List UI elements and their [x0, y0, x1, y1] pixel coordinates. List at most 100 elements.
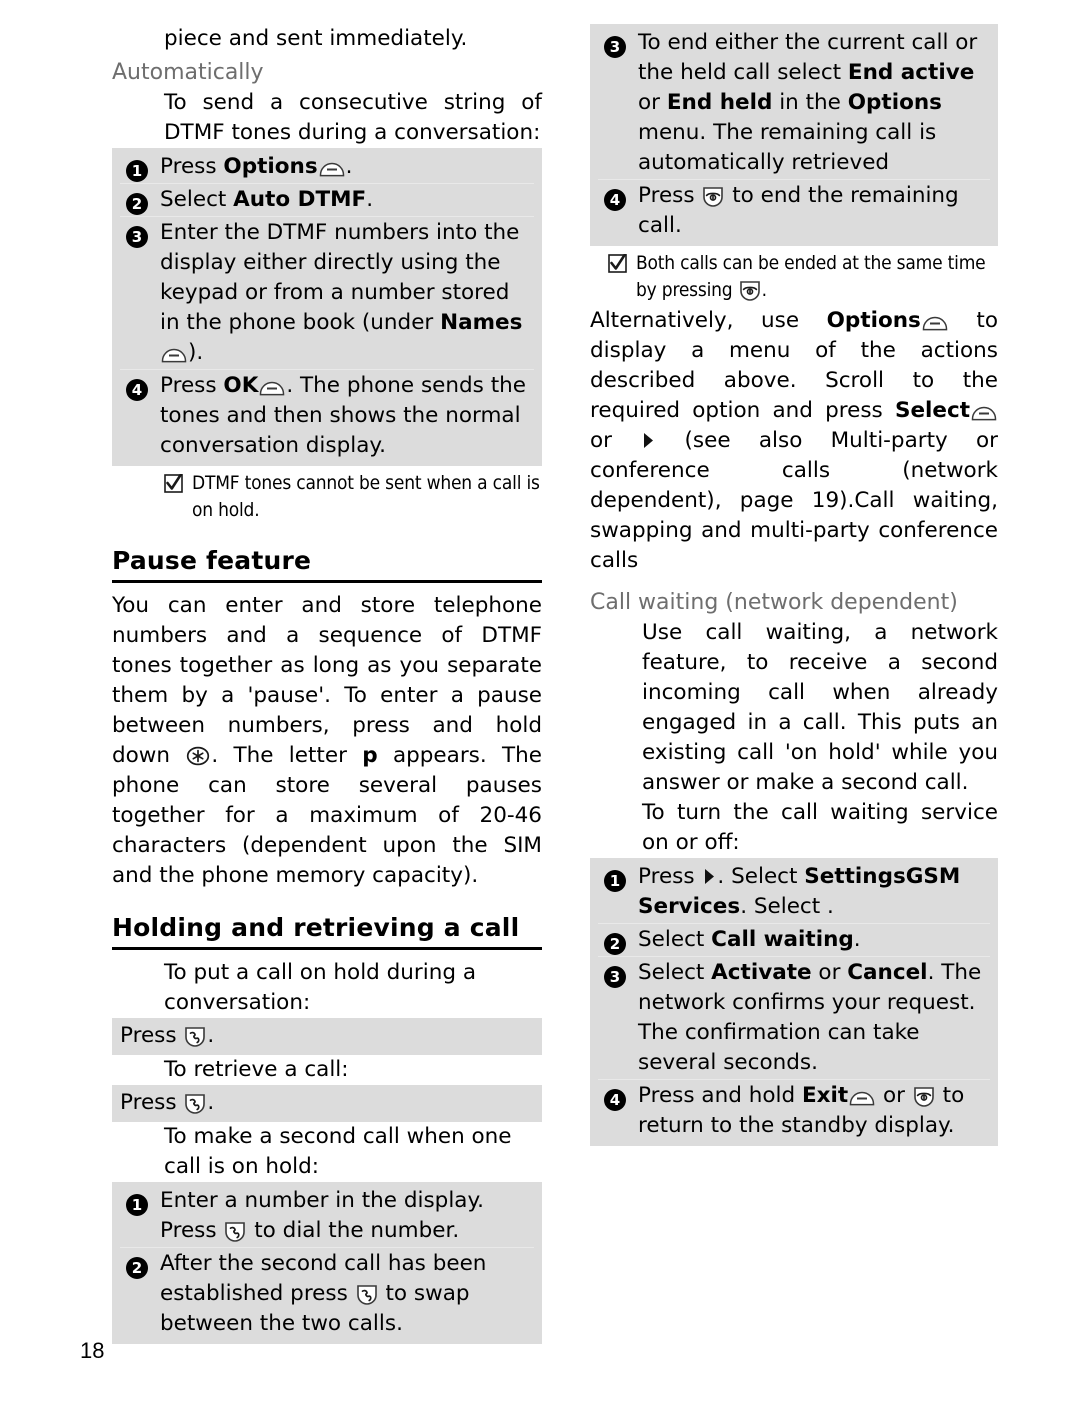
step-number-badge: 4: [604, 189, 626, 211]
step-number-badge: 3: [604, 36, 626, 58]
emphasis-term: Options: [847, 90, 942, 115]
step-number: 3: [598, 958, 638, 988]
step-number-badge: 3: [126, 226, 148, 248]
step-item: 1 Press . Select SettingsGSM Services. Se…: [598, 861, 990, 923]
holding-intro-3: To make a second call when one call is o…: [164, 1124, 512, 1179]
step-text: Press Options.: [160, 154, 353, 179]
step-number: 2: [120, 1249, 160, 1279]
emphasis-term: Exit: [801, 1083, 849, 1108]
emphasis-term: Auto DTMF: [233, 187, 367, 212]
step-number-badge: 1: [126, 160, 148, 182]
emphasis-term: End held: [666, 90, 773, 115]
step-number: 1: [120, 1186, 160, 1216]
emphasis-term: Names: [440, 310, 523, 335]
holding-steps-box: 1 Enter a number in the display. Press to…: [112, 1182, 542, 1344]
emphasis-term: Select: [894, 398, 970, 423]
step-text: Press and hold Exit or to return to the …: [638, 1083, 965, 1138]
subheading-call-waiting: Call waiting (network dependent): [590, 590, 958, 615]
pause-feature-heading-wrap: Pause feature: [112, 546, 542, 583]
call-key-icon: [356, 1284, 378, 1305]
pause-feature-paragraph: You can enter and store telephone number…: [112, 593, 543, 888]
heading-holding-retrieving: Holding and retrieving a call: [112, 913, 542, 950]
step-text: Press . Select SettingsGSM Services. Sel…: [638, 864, 961, 919]
holding-press-box-1: Press .: [112, 1018, 542, 1055]
step-number-badge: 2: [126, 1257, 148, 1279]
end-key-icon: [739, 280, 761, 301]
step-text: To end either the current call or the he…: [638, 30, 978, 175]
right-column: 3 To end either the current call or the h…: [590, 24, 998, 1146]
note-dtmf-hold: DTMF tones cannot be sent when a call is…: [112, 470, 542, 524]
emphasis-term: Options: [223, 154, 318, 179]
emphasis-term: Settings: [804, 864, 906, 889]
right-arrow-icon: [702, 867, 716, 886]
step-item: 1 Press Options.: [120, 151, 534, 183]
holding-steps-list: 1 Enter a number in the display. Press to…: [120, 1185, 534, 1340]
call-key-icon: [184, 1026, 206, 1047]
step-item: 4 Press to end the remaining call.: [598, 179, 990, 242]
call-waiting-instruction: To turn the call waiting service on or o…: [642, 800, 998, 855]
alternatively-paragraph: Alternatively, use Options to display a …: [590, 308, 998, 573]
softkey-icon: [971, 402, 997, 421]
step-number: 4: [120, 371, 160, 401]
step-item: 3 To end either the current call or the h…: [598, 27, 990, 179]
step-text: Enter the DTMF numbers into the display …: [160, 220, 523, 365]
step-number-badge: 3: [604, 966, 626, 988]
emphasis-term: Options: [826, 308, 921, 333]
right-arrow-icon: [641, 431, 655, 450]
step-item: 3 Enter the DTMF numbers into the display…: [120, 216, 534, 369]
page-number: 18: [80, 1338, 105, 1363]
step-number-badge: 1: [126, 1194, 148, 1216]
emphasis-term: GSM Services: [638, 864, 961, 919]
step-item: 1 Enter a number in the display. Press to…: [120, 1185, 534, 1247]
step-number: 2: [598, 925, 638, 955]
step-number-badge: 2: [126, 193, 148, 215]
step-number-badge: 4: [126, 379, 148, 401]
note-text: DTMF tones cannot be sent when a call is…: [192, 472, 540, 521]
step-number-badge: 2: [604, 933, 626, 955]
call-waiting-paragraph: Use call waiting, a network feature, to …: [642, 620, 998, 795]
automatically-steps-list: 1 Press Options. 2 Select Auto DTMF. 3 Enter …: [120, 151, 534, 462]
step-text: Enter a number in the display. Press to …: [160, 1188, 484, 1243]
softkey-icon: [259, 377, 285, 396]
step-number: 4: [598, 181, 638, 211]
step-number-badge: 4: [604, 1089, 626, 1111]
softkey-icon: [922, 312, 948, 331]
call-waiting-steps-list: 1 Press . Select SettingsGSM Services. Se…: [598, 861, 990, 1142]
emphasis-term: Call waiting: [711, 927, 854, 952]
step-item: 4 Press OK. The phone sends the tones and…: [120, 369, 534, 462]
step-number: 3: [598, 28, 638, 58]
softkey-icon: [849, 1087, 875, 1106]
softkey-icon: [161, 344, 187, 363]
step-number: 3: [120, 218, 160, 248]
automatically-intro: To send a consecutive string of DTMF ton…: [164, 90, 542, 145]
holding-intro-2: To retrieve a call:: [164, 1057, 349, 1082]
call-waiting-steps-box: 1 Press . Select SettingsGSM Services. Se…: [590, 858, 998, 1146]
step-number: 1: [120, 152, 160, 182]
continued-steps-list: 3 To end either the current call or the h…: [598, 27, 990, 242]
softkey-icon: [319, 158, 345, 177]
note-both-calls: Both calls can be ended at the same time…: [590, 250, 998, 304]
heading-pause-feature: Pause feature: [112, 546, 542, 583]
left-column: piece and sent immediately. Automaticall…: [112, 24, 542, 1344]
step-number-badge: 1: [604, 870, 626, 892]
end-key-icon: [913, 1086, 935, 1107]
holding-press-box-2: Press .: [112, 1085, 542, 1122]
step-item: 2 Select Auto DTMF.: [120, 183, 534, 216]
call-key-icon: [224, 1221, 246, 1242]
step-item: 4 Press and hold Exit or to return to the…: [598, 1079, 990, 1142]
step-text: Select Activate or Cancel. The network c…: [638, 960, 982, 1075]
emphasis-term: End active: [847, 60, 975, 85]
subheading-automatically: Automatically: [112, 60, 264, 85]
manual-page: piece and sent immediately. Automaticall…: [0, 0, 1080, 1410]
end-key-icon: [702, 186, 724, 207]
step-number: 4: [598, 1081, 638, 1111]
emphasis-term: Activate: [711, 960, 812, 985]
holding-heading-wrap: Holding and retrieving a call: [112, 913, 542, 950]
step-number: 2: [120, 185, 160, 215]
checkbox-icon: [163, 472, 184, 494]
checkbox-icon: [607, 252, 628, 274]
continued-steps-box: 3 To end either the current call or the h…: [590, 24, 998, 246]
step-text: Press to end the remaining call.: [638, 183, 959, 238]
call-key-icon: [184, 1093, 206, 1114]
holding-intro-1: To put a call on hold during a conversat…: [164, 960, 477, 1015]
